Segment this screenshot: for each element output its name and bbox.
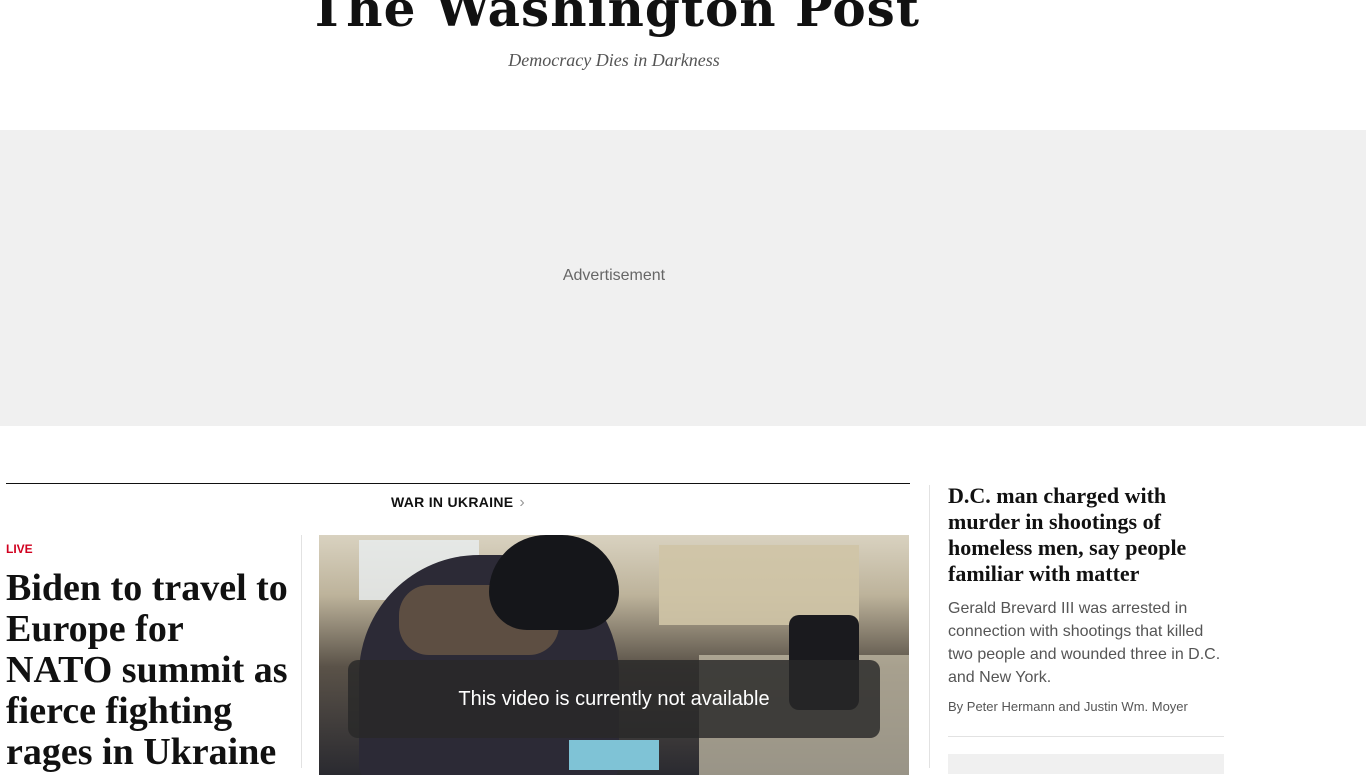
video-frame-hat bbox=[489, 535, 619, 630]
tagline: Democracy Dies in Darkness bbox=[508, 50, 720, 70]
sidebar-next-item-placeholder bbox=[948, 754, 1224, 774]
section-kicker-label: WAR IN UKRAINE bbox=[390, 494, 514, 510]
section-kicker-link[interactable]: WAR IN UKRAINE › bbox=[6, 494, 910, 512]
live-label: LIVE bbox=[6, 542, 33, 556]
site-logo[interactable]: The Washington Post bbox=[300, 0, 928, 48]
section-rule bbox=[6, 483, 910, 484]
video-unavailable-message: This video is currently not available bbox=[348, 660, 880, 738]
sidebar-headline-link[interactable]: D.C. man charged with murder in shooting… bbox=[948, 483, 1228, 587]
sidebar-divider bbox=[929, 485, 930, 768]
column-divider bbox=[301, 535, 302, 768]
advertisement-label: Advertisement bbox=[562, 267, 666, 284]
lead-headline-link[interactable]: Biden to travel to Europe for NATO summi… bbox=[6, 568, 296, 773]
sidebar-byline[interactable]: By Peter Hermann and Justin Wm. Moyer bbox=[948, 699, 1228, 714]
masthead: The Washington Post Democracy Dies in Da… bbox=[0, 0, 1232, 110]
sidebar-rule bbox=[948, 736, 1224, 737]
chevron-right-icon: › bbox=[519, 494, 526, 511]
video-frame-background bbox=[659, 545, 859, 625]
video-player[interactable]: This video is currently not available bbox=[319, 535, 909, 775]
video-frame-tray bbox=[569, 740, 659, 770]
sidebar-blurb: Gerald Brevard III was arrested in conne… bbox=[948, 600, 1221, 686]
